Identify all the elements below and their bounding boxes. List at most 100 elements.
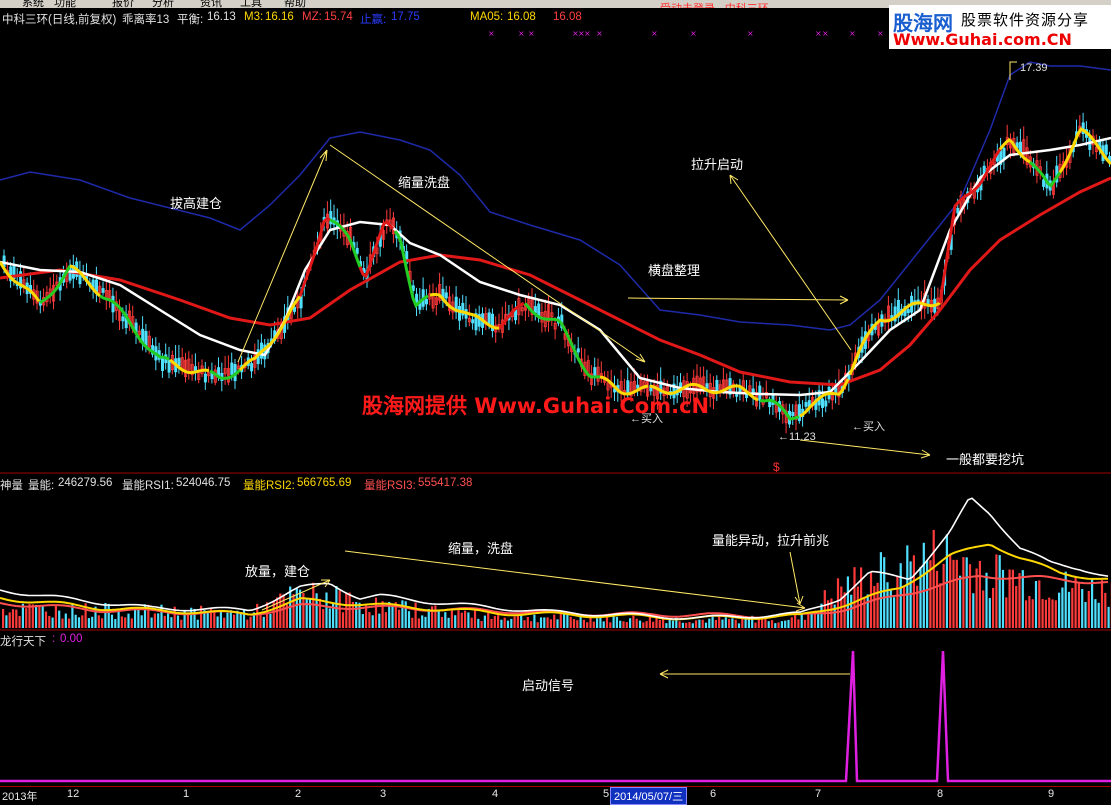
cross-mark: × [651, 29, 658, 38]
volume-bar [365, 606, 367, 628]
volume-bar [1025, 600, 1027, 628]
volume-bar [451, 611, 453, 628]
volume-bar [444, 612, 446, 628]
candle-body [445, 293, 447, 298]
volume-label: 量能: [28, 477, 54, 493]
candle-body [472, 320, 474, 323]
volume-bar [669, 620, 671, 628]
signal-value: 0.00 [60, 633, 82, 645]
volume-bar [956, 560, 958, 628]
volume-bar [1075, 577, 1077, 628]
volume-bar [890, 589, 892, 628]
volume-bar [603, 621, 605, 628]
volume-bar [75, 615, 77, 628]
volume-bar [936, 571, 938, 628]
volume-bar [1055, 600, 1057, 628]
volume-bar [939, 583, 941, 628]
volume-bar [794, 615, 796, 628]
volume-bar [1005, 597, 1007, 628]
volume-bar [137, 608, 139, 628]
time-axis[interactable]: 2013年 12 1 2 3 4 5 6 7 8 9 [0, 786, 1111, 804]
volume-bar [226, 613, 228, 628]
volume-bar [487, 613, 489, 628]
volume-bar [250, 617, 252, 628]
annotation-launch: 拉升启动 [691, 154, 743, 173]
volume-bar [25, 608, 27, 628]
volume-bar [873, 586, 875, 628]
volume-bar [721, 620, 723, 628]
volume-bar [576, 620, 578, 628]
volume-bar [613, 616, 615, 628]
volume-bar [655, 618, 657, 628]
volume-bar [233, 615, 235, 628]
ma-fast-segment [525, 303, 600, 377]
volume-bar [385, 612, 387, 628]
volume-bar [124, 617, 126, 628]
volume-bar [1058, 593, 1060, 628]
volume-bar [65, 614, 67, 628]
volume-bar [1032, 599, 1034, 628]
volume-bar [530, 621, 532, 628]
volume-bar [903, 586, 905, 628]
volume-bar [702, 620, 704, 628]
volume-bar [454, 615, 456, 628]
volume-bar [504, 618, 506, 628]
volume-bar [35, 605, 37, 628]
candle-body [637, 385, 639, 388]
volume-bar [88, 618, 90, 628]
volume-bar [349, 592, 351, 628]
volume-bar [207, 612, 209, 628]
volume-bar [474, 608, 476, 628]
volume-bar [457, 610, 459, 628]
annotation-pit: 一般都要挖坑 [946, 449, 1024, 468]
volume-bar [510, 619, 512, 628]
volume-bar [708, 619, 710, 628]
candle-body [425, 299, 427, 304]
volume-bar [481, 621, 483, 628]
volume-bar [48, 616, 50, 628]
annotation-shrink-wash: 缩量洗盘 [398, 172, 450, 191]
volume-bar [408, 611, 410, 628]
volume-bar [543, 617, 545, 628]
current-date-cursor[interactable]: 2014/05/07/三 [610, 787, 687, 805]
volume-bar [1094, 599, 1096, 628]
volume-bar [1061, 588, 1063, 628]
volume-bar [979, 561, 981, 628]
volume-bar [989, 598, 991, 628]
volume-bar [688, 622, 690, 628]
axis-tick: 2013年 [2, 788, 37, 804]
volume-bar [461, 613, 463, 628]
cross-mark: × [528, 29, 535, 38]
volume-bar [471, 618, 473, 628]
volume-bar [283, 594, 285, 628]
volume-bar [507, 621, 509, 628]
candle-body [577, 349, 579, 352]
volume-bar [705, 623, 707, 628]
arrow-vol-3 [790, 552, 803, 604]
candle-body [178, 358, 180, 365]
volume-bar [966, 557, 968, 628]
candle-body [102, 288, 104, 292]
volume-bar [959, 576, 961, 628]
volume-bar [573, 619, 575, 628]
volume-bar [642, 622, 644, 628]
volume-bar [193, 609, 195, 628]
volume-bar [19, 616, 21, 628]
volume-bar [880, 552, 882, 628]
signal-line [0, 651, 1111, 781]
volume-bar [1018, 573, 1020, 628]
volume-bar [695, 620, 697, 628]
volume-bar [540, 617, 542, 628]
volume-bar [292, 594, 294, 628]
arrow-launch [730, 175, 851, 350]
volume-bar [685, 623, 687, 628]
volume-bar [791, 617, 793, 628]
volume-bar [863, 597, 865, 628]
volume-rsi1-value: 524046.75 [176, 477, 230, 489]
volume-bar [514, 617, 516, 628]
volume-bar [867, 594, 869, 628]
volume-bar [1038, 580, 1040, 628]
volume-bar [28, 604, 30, 628]
volume-bar [141, 615, 143, 628]
volume-bar [847, 576, 849, 628]
